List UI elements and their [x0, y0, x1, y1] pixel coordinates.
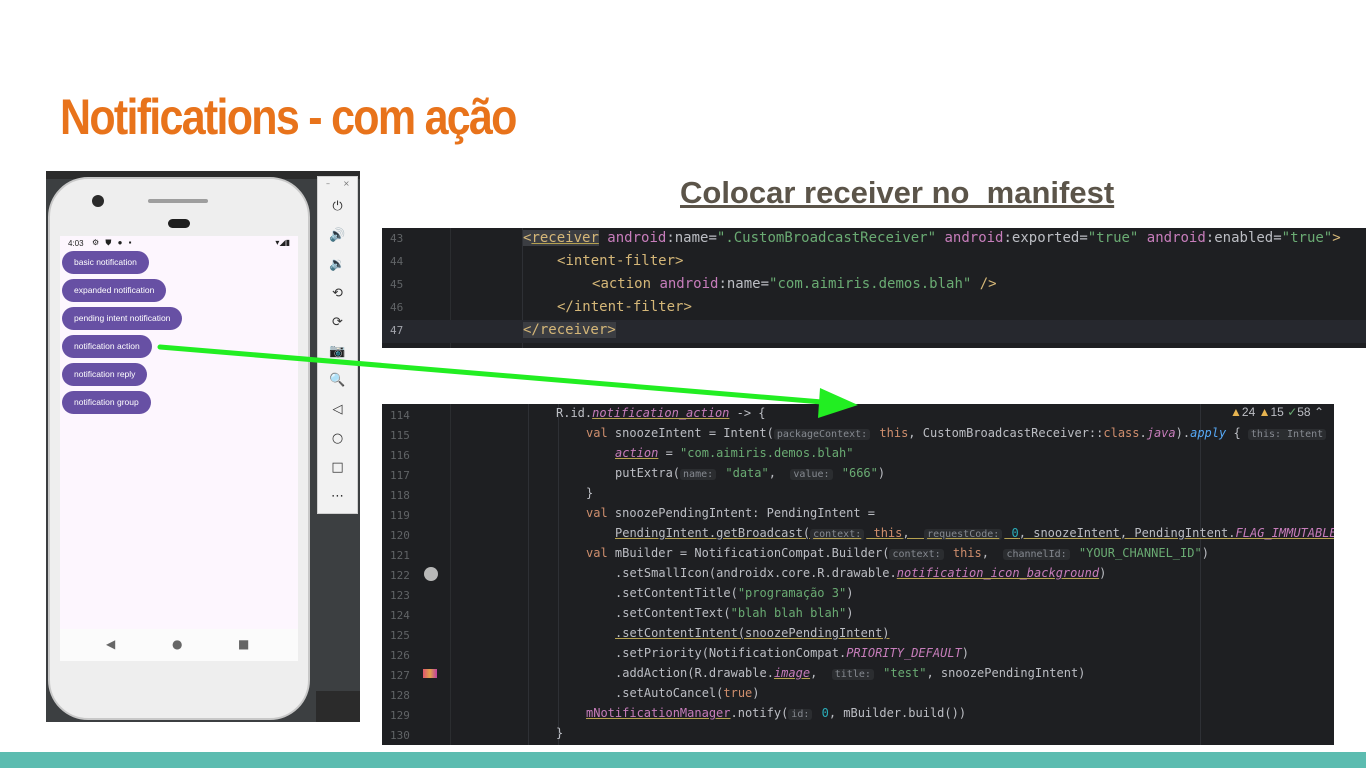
phone-screen: 4:03 ⚙ ⛊ ● ▪ ▾◢▮ basic notification expa…: [60, 236, 298, 661]
power-icon[interactable]: ⏻: [318, 195, 357, 219]
code-line-120: 120 PendingIntent.getBroadcast(context: …: [390, 526, 1334, 542]
code-line-45: 45 <action android:name="com.aimiris.dem…: [382, 274, 1366, 297]
pending-intent-notification-button[interactable]: pending intent notification: [62, 307, 183, 330]
emulator-toolbar: – × ⏻ 🔊 🔉 ⟲ ⟳ 📷 🔍 ◁ ○ □ ⋯: [317, 176, 358, 514]
status-time: 4:03: [68, 239, 84, 248]
minimize-icon[interactable]: –: [326, 179, 330, 188]
code-line-121: 121 val mBuilder = NotificationCompat.Bu…: [390, 546, 1209, 562]
speaker-grille: [148, 199, 208, 203]
code-line-127: 127 .addAction(R.drawable.image, title: …: [390, 666, 1086, 682]
slide-bottom-bar: [0, 752, 1366, 768]
code-line-124: 124 .setContentText("blah blah blah"): [390, 606, 854, 622]
code-line-119: 119 val snoozePendingIntent: PendingInte…: [390, 506, 875, 522]
zoom-icon[interactable]: 🔍: [318, 369, 357, 393]
code-line-118: 118 }: [390, 486, 594, 502]
home-icon[interactable]: ○: [318, 427, 357, 451]
code-line-114: 114 R.id.notification_action -> {: [390, 406, 766, 422]
more-icon[interactable]: ⋯: [318, 485, 357, 509]
emulator-window: 4:03 ⚙ ⛊ ● ▪ ▾◢▮ basic notification expa…: [46, 171, 360, 722]
code-line-122: 122 .setSmallIcon(androidx.core.R.drawab…: [390, 566, 1107, 582]
code-line-47: 47 </receiver>: [382, 320, 1366, 343]
front-camera-icon: [92, 195, 104, 207]
nav-home-icon[interactable]: ●: [172, 637, 182, 651]
kotlin-code-editor: ▲24 ▲15 ✓58 ⌃ 114 R.id.notification_acti…: [382, 404, 1334, 745]
emulator-background-panel: [316, 691, 360, 722]
code-line-130: 130 }: [390, 726, 564, 742]
slide-title: Notifications - com ação: [60, 89, 517, 145]
manifest-heading: Colocar receiver no manifest: [680, 175, 1115, 210]
code-line-46: 46 </intent-filter>: [382, 297, 1366, 320]
overview-icon[interactable]: □: [318, 456, 357, 480]
notification-reply-button[interactable]: notification reply: [62, 363, 148, 386]
code-text: <intent-filter>: [557, 253, 684, 269]
android-nav-bar: ◀ ● ■: [60, 629, 298, 661]
nav-back-icon[interactable]: ◀: [106, 637, 115, 651]
code-line-129: 129 mNotificationManager.notify(id: 0, m…: [390, 706, 967, 722]
image-resource-gutter-icon[interactable]: [423, 669, 437, 678]
volume-up-icon[interactable]: 🔊: [318, 224, 357, 248]
code-line-123: 123 .setContentTitle("programação 3"): [390, 586, 854, 602]
code-line-115: 115 val snoozeIntent = Intent(packageCon…: [382, 424, 1334, 444]
line-number: 44: [390, 255, 404, 268]
line-number: 46: [390, 301, 404, 314]
rotate-right-icon[interactable]: ⟳: [318, 311, 357, 335]
status-signal-battery-icons: ▾◢▮: [275, 238, 290, 247]
volume-down-icon[interactable]: 🔉: [318, 253, 357, 277]
notification-group-button[interactable]: notification group: [62, 391, 151, 414]
camera-icon[interactable]: 📷: [318, 340, 357, 364]
phone-frame: 4:03 ⚙ ⛊ ● ▪ ▾◢▮ basic notification expa…: [48, 177, 310, 720]
basic-notification-button[interactable]: basic notification: [62, 251, 149, 274]
expanded-notification-button[interactable]: expanded notification: [62, 279, 167, 302]
close-icon[interactable]: ×: [343, 179, 350, 188]
code-line-43: 43 <receiver android:name=".CustomBroadc…: [382, 228, 1366, 251]
code-text: </intent-filter>: [557, 299, 692, 315]
back-icon[interactable]: ◁: [318, 398, 357, 422]
nav-recents-icon[interactable]: ■: [238, 637, 249, 651]
code-line-128: 128 .setAutoCancel(true): [390, 686, 760, 702]
breakpoint-gutter-icon[interactable]: [424, 567, 438, 581]
notification-action-button[interactable]: notification action: [62, 335, 152, 358]
code-line-126: 126 .setPriority(NotificationCompat.PRIO…: [390, 646, 970, 662]
line-number: 47: [390, 324, 404, 337]
line-number: 45: [390, 278, 404, 291]
code-line-117: 117 putExtra(name: "data", value: "666"): [390, 466, 886, 482]
code-line-116: 116 action = "com.aimiris.demos.blah": [390, 446, 854, 462]
code-line-125: 125 .setContentIntent(snoozePendingInten…: [390, 626, 890, 642]
status-bar: 4:03 ⚙ ⛊ ● ▪ ▾◢▮: [60, 236, 298, 250]
rotate-left-icon[interactable]: ⟲: [318, 282, 357, 306]
code-text: <receiver android:name=".CustomBroadcast…: [523, 230, 1341, 246]
manifest-code-editor: 43 <receiver android:name=".CustomBroadc…: [382, 228, 1366, 348]
status-notification-icons: ⚙ ⛊ ● ▪: [92, 238, 134, 247]
code-line-44: 44 <intent-filter>: [382, 251, 1366, 274]
code-text: </receiver>: [523, 322, 616, 338]
earpiece-sensor: [168, 219, 190, 228]
line-number: 43: [390, 232, 404, 245]
code-text: <action android:name="com.aimiris.demos.…: [592, 276, 997, 292]
